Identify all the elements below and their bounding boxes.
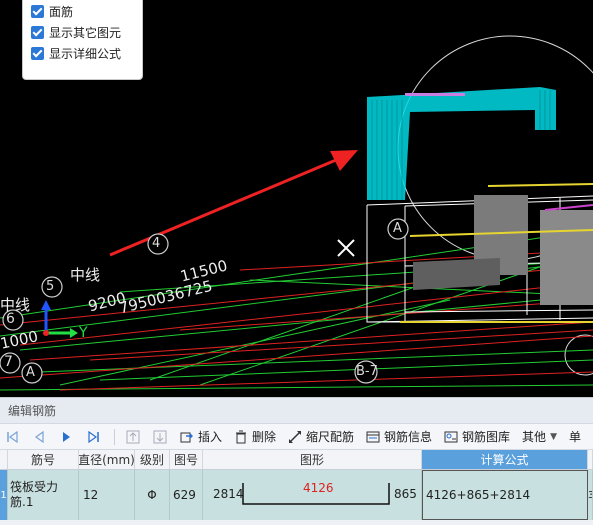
cell-name[interactable]: 筏板受力筋.1 <box>8 470 79 520</box>
delete-button[interactable]: 删除 <box>234 428 276 445</box>
option-show-other-label: 显示其它图元 <box>49 26 122 40</box>
column-header-diameter[interactable]: 直径(mm) <box>79 450 135 469</box>
text-zhongxian-2: 中线 <box>0 296 31 314</box>
other-menu-label: 其他 <box>522 430 547 444</box>
info-table-icon <box>366 430 380 444</box>
move-up-icon[interactable] <box>125 427 141 447</box>
axis-gizmo-y-label: Y <box>79 325 88 341</box>
app-root: 4 5 6 7 A A B-7 中线 中线 11500 9200 7950036… <box>0 0 593 525</box>
more-label: 单 <box>568 430 581 444</box>
rebar-library-button[interactable]: 钢筋图库 <box>444 428 510 445</box>
option-show-other[interactable]: 显示其它图元 <box>31 22 134 43</box>
other-menu-button[interactable]: 其他 ▼ <box>522 428 557 445</box>
insert-label: 插入 <box>197 430 222 444</box>
rotation-circle-small <box>564 334 593 376</box>
axis-label-7: 7 <box>4 354 13 370</box>
next-record-icon[interactable] <box>59 427 75 447</box>
scale-rebar-label: 缩尺配筋 <box>306 430 355 444</box>
column-header-index <box>0 450 8 469</box>
library-icon <box>444 430 458 444</box>
trash-icon <box>234 430 248 444</box>
rebar-library-label: 钢筋图库 <box>462 430 511 444</box>
more-button[interactable]: 单 <box>569 428 581 445</box>
axis-label-4: 4 <box>152 236 161 251</box>
editor-title: 编辑钢筋 <box>0 398 593 424</box>
text-zhongxian-1: 中线 <box>70 266 101 284</box>
column-header-extra <box>588 450 593 469</box>
cyan-rebar-shape <box>367 87 556 200</box>
cell-formula[interactable]: 4126+865+2814 <box>422 470 588 520</box>
insert-button[interactable]: 插入 <box>180 428 222 445</box>
column-header-shape[interactable]: 图形 <box>203 450 422 469</box>
beam-block <box>413 258 500 290</box>
cell-shape[interactable]: 2814 4126 865 <box>203 470 422 520</box>
rebar-info-label: 钢筋信息 <box>384 430 433 444</box>
display-options-panel: 面筋 显示其它图元 显示详细公式 <box>22 0 143 80</box>
axis-label-a-bottom: A <box>26 365 35 380</box>
option-show-formula[interactable]: 显示详细公式 <box>31 43 134 64</box>
cell-diameter[interactable]: 12 <box>79 470 135 520</box>
axis-label-5: 5 <box>46 279 55 294</box>
cell-extra: 3 <box>588 470 593 520</box>
insert-icon <box>180 430 194 444</box>
first-record-icon[interactable] <box>4 427 20 447</box>
rebar-info-button[interactable]: 钢筋信息 <box>366 428 432 445</box>
checkbox-show-other[interactable] <box>31 26 44 39</box>
cell-figure[interactable]: 629 <box>170 470 203 520</box>
scale-rebar-button[interactable]: 缩尺配筋 <box>288 428 354 445</box>
row-index: 1 <box>0 470 8 520</box>
axis-markers <box>0 218 409 384</box>
table-header: 筋号 直径(mm) 级别 图号 图形 计算公式 <box>0 450 593 470</box>
shape-mid-length: 4126 <box>303 481 334 495</box>
option-show-formula-label: 显示详细公式 <box>49 47 122 61</box>
axis-label-b7: B-7 <box>356 364 378 379</box>
option-mianjin[interactable]: 面筋 <box>31 1 134 22</box>
rebar-editor-panel: 编辑钢筋 插入 删除 缩尺配筋 钢筋信息 钢筋图库 其他 ▼ 单 筋号 直径(m… <box>0 397 593 525</box>
checkbox-show-formula[interactable] <box>31 47 44 60</box>
cursor-cross-icon <box>337 239 355 257</box>
shape-left-length: 2814 <box>213 487 244 501</box>
chevron-down-icon: ▼ <box>550 431 557 442</box>
column-header-formula[interactable]: 计算公式 <box>422 450 588 469</box>
checkbox-mianjin[interactable] <box>31 5 44 18</box>
toolbar-divider <box>114 428 115 445</box>
delete-label: 删除 <box>251 430 276 444</box>
model-viewport[interactable]: 4 5 6 7 A A B-7 中线 中线 11500 9200 7950036… <box>0 0 593 397</box>
prev-record-icon[interactable] <box>32 427 48 447</box>
red-pointer-arrow <box>109 150 358 257</box>
scale-icon <box>288 430 302 444</box>
editor-toolbar: 插入 删除 缩尺配筋 钢筋信息 钢筋图库 其他 ▼ 单 <box>0 424 593 450</box>
shape-right-length: 865 <box>394 487 417 501</box>
move-down-icon[interactable] <box>152 427 168 447</box>
option-mianjin-label: 面筋 <box>49 5 74 19</box>
axis-label-a-top: A <box>393 221 402 236</box>
cell-level[interactable]: Φ <box>135 470 170 520</box>
column-block-2 <box>540 210 593 305</box>
column-header-name[interactable]: 筋号 <box>8 450 79 469</box>
column-header-level[interactable]: 级别 <box>135 450 170 469</box>
magenta-rebar <box>544 204 593 211</box>
last-record-icon[interactable] <box>87 427 103 447</box>
table-row[interactable]: 1 筏板受力筋.1 12 Φ 629 2814 4126 865 4126+86… <box>0 470 593 520</box>
column-header-figure[interactable]: 图号 <box>170 450 203 469</box>
